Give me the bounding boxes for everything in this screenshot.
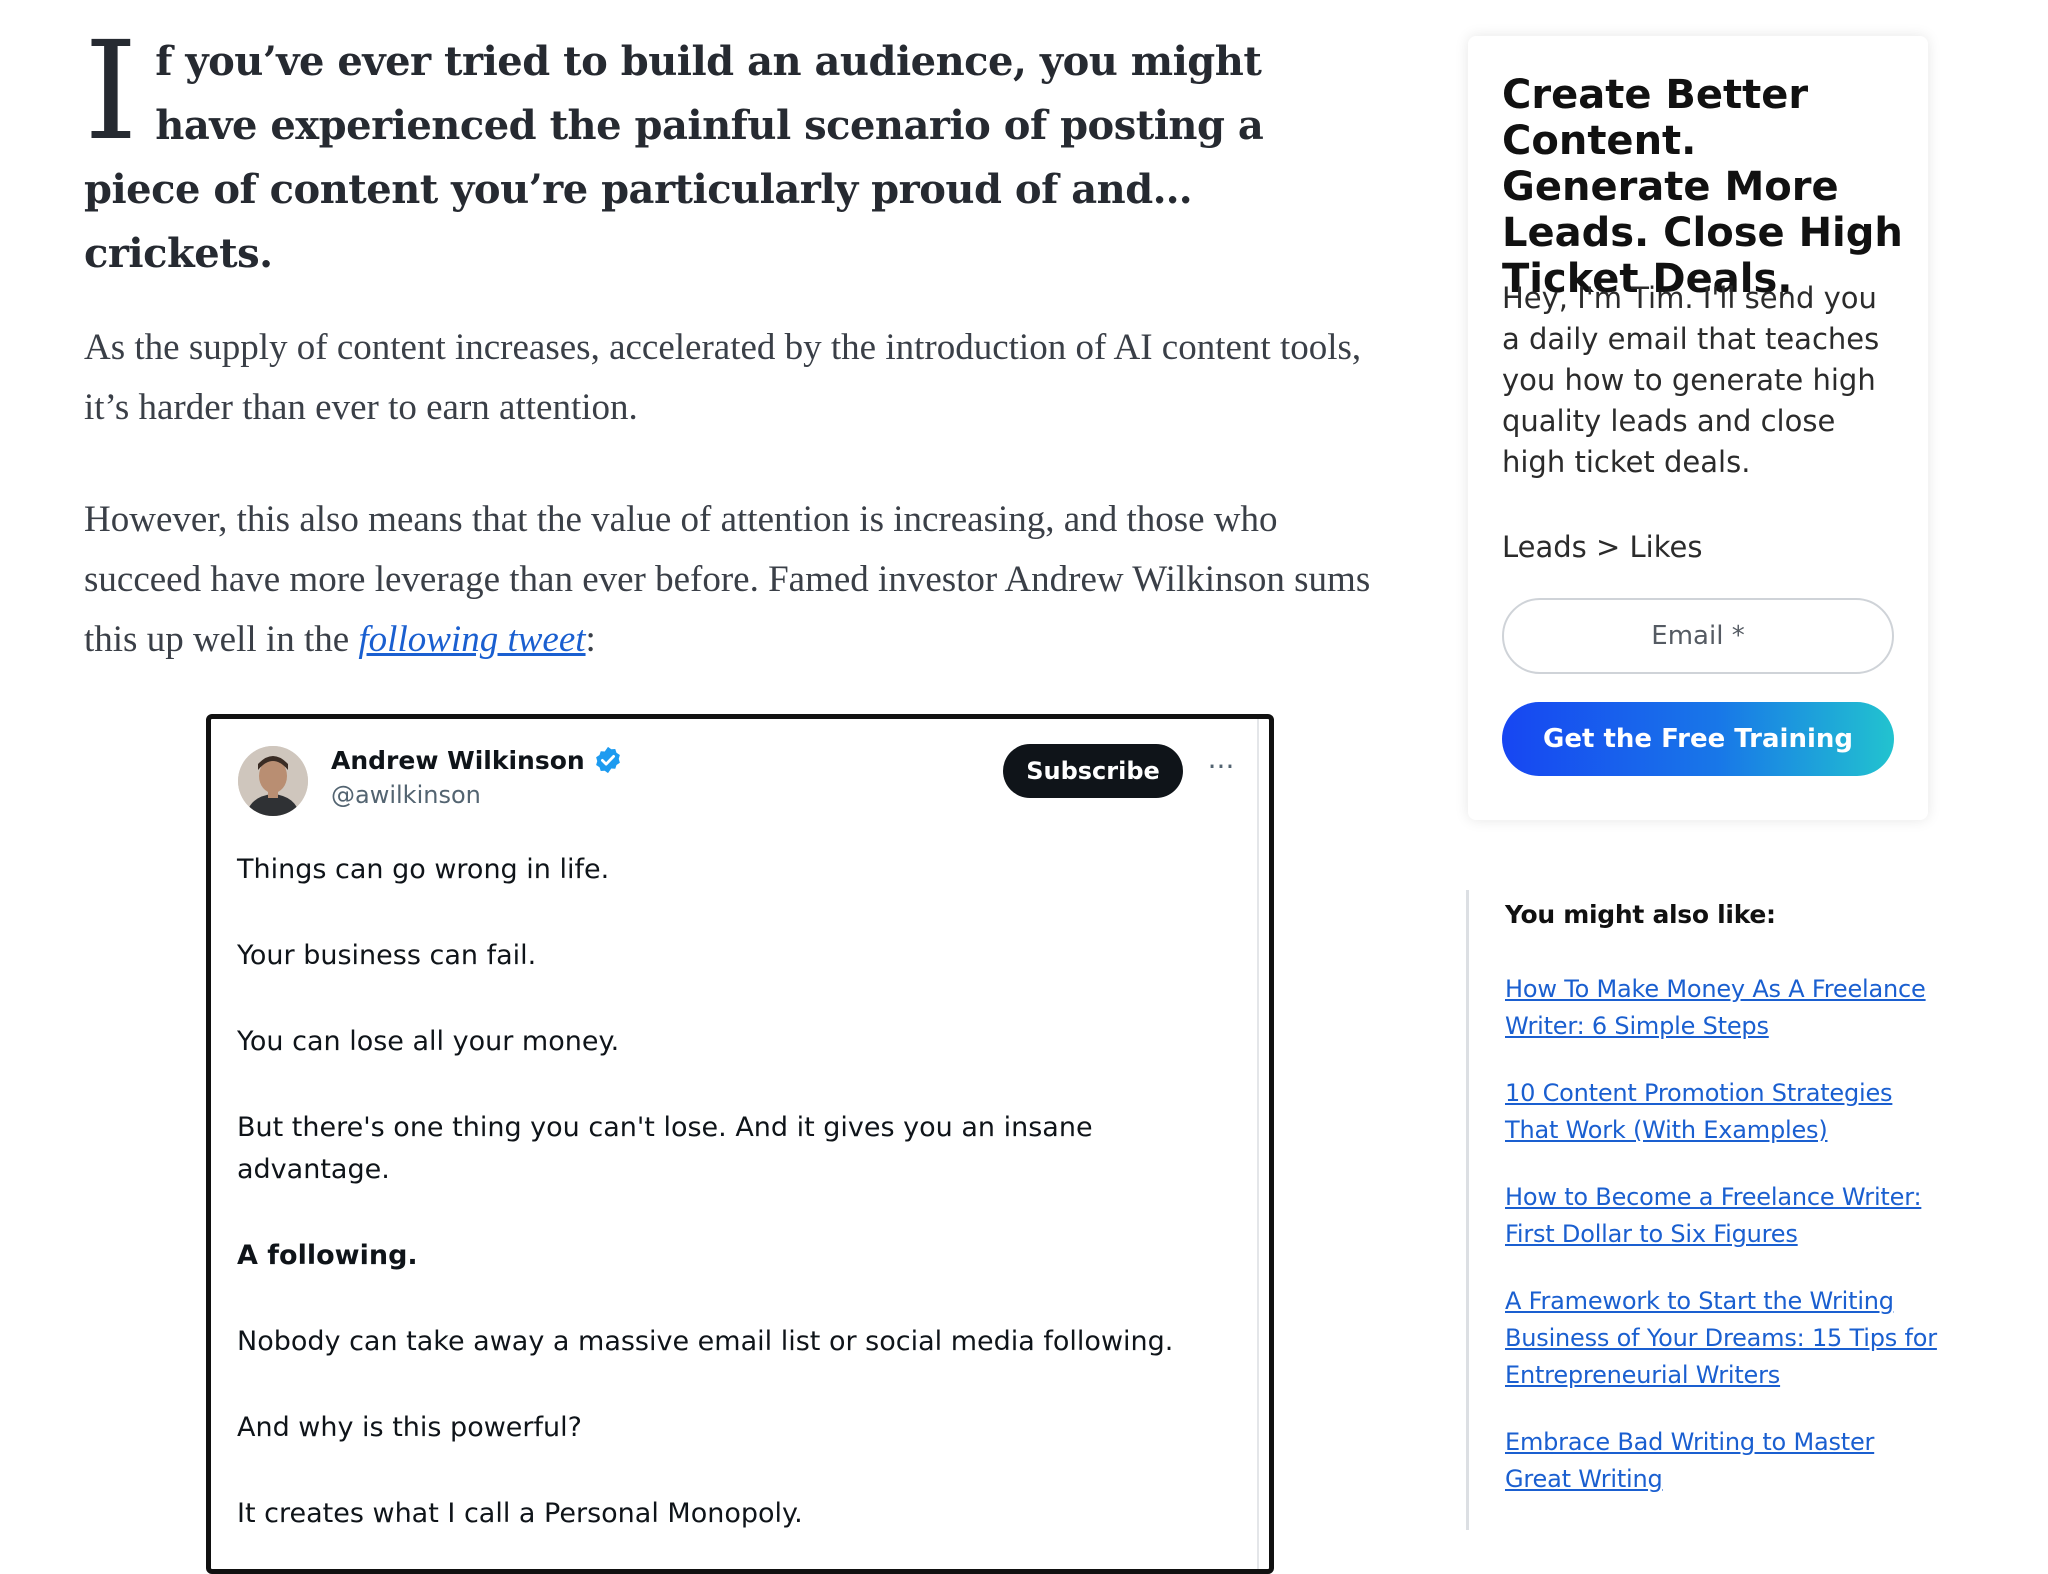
article-lead: If you’ve ever tried to build an audienc… (84, 13, 1354, 286)
related-posts-list: How To Make Money As A Freelance Writer:… (1505, 971, 1946, 1498)
related-posts-title: You might also like: (1505, 900, 1776, 929)
lead-text: f you’ve ever tried to build an audience… (84, 38, 1264, 277)
tweet-line: A following. (237, 1240, 418, 1271)
list-item: How To Make Money As A Freelance Writer:… (1505, 971, 1946, 1045)
email-field[interactable] (1502, 598, 1894, 674)
related-post-link[interactable]: Embrace Bad Writing to Master Great Writ… (1505, 1428, 1874, 1493)
following-tweet-link[interactable]: following tweet (358, 619, 585, 660)
tweet-line: Nobody can take away a massive email lis… (237, 1326, 1174, 1357)
newsletter-title: Create Better Content. Generate More Lea… (1502, 72, 1903, 302)
tweet-line: Your business can fail. (237, 940, 537, 971)
tweet-author[interactable]: Andrew Wilkinson (331, 745, 623, 775)
related-post-link[interactable]: 10 Content Promotion Strategies That Wor… (1505, 1079, 1893, 1144)
related-posts: You might also like: How To Make Money A… (1466, 890, 1946, 1530)
subscribe-button[interactable]: Subscribe (1003, 744, 1183, 798)
article: If you’ve ever tried to build an audienc… (84, 13, 1370, 660)
paragraph-supply: As the supply of content increases, acce… (84, 327, 1362, 428)
related-post-link[interactable]: How to Become a Freelance Writer: First … (1505, 1183, 1922, 1248)
newsletter-signup-card: Create Better Content. Generate More Lea… (1468, 36, 1928, 820)
tweet-line: Things can go wrong in life. (237, 854, 610, 885)
tweet-line: It creates what I call a Personal Monopo… (237, 1498, 803, 1529)
verified-badge-icon (593, 745, 623, 775)
avatar[interactable] (238, 746, 308, 816)
newsletter-tagline: Leads > Likes (1502, 530, 1703, 564)
drop-cap: I (84, 13, 138, 171)
paragraph-colon: : (585, 619, 596, 660)
tweet-divider (1257, 719, 1259, 1569)
more-options-icon[interactable]: ··· (1201, 749, 1241, 789)
tweet-line: You can lose all your money. (237, 1026, 620, 1057)
tweet-line: But there's one thing you can't lose. An… (237, 1112, 1093, 1185)
newsletter-description: Hey, I'm Tim. I'll send you a daily emai… (1502, 281, 1880, 479)
tweet-line: And why is this powerful? (237, 1412, 582, 1443)
author-name[interactable]: Andrew Wilkinson (331, 746, 585, 775)
related-post-link[interactable]: A Framework to Start the Writing Busines… (1505, 1287, 1937, 1389)
paragraph-attention: However, this also means that the value … (84, 490, 1374, 670)
paragraph-text: However, this also means that the value … (84, 499, 1371, 660)
tweet-handle[interactable]: @awilkinson (331, 781, 481, 809)
list-item: How to Become a Freelance Writer: First … (1505, 1179, 1946, 1253)
list-item: 10 Content Promotion Strategies That Wor… (1505, 1075, 1946, 1149)
get-free-training-button[interactable]: Get the Free Training (1502, 702, 1894, 776)
avatar-photo (238, 746, 308, 816)
list-item: Embrace Bad Writing to Master Great Writ… (1505, 1424, 1946, 1498)
list-item: A Framework to Start the Writing Busines… (1505, 1283, 1946, 1394)
related-post-link[interactable]: How To Make Money As A Freelance Writer:… (1505, 975, 1926, 1040)
embedded-tweet: Andrew Wilkinson @awilkinson Subscribe ·… (206, 714, 1274, 1574)
tweet-body: Things can go wrong in life. Your busine… (237, 849, 1227, 1535)
